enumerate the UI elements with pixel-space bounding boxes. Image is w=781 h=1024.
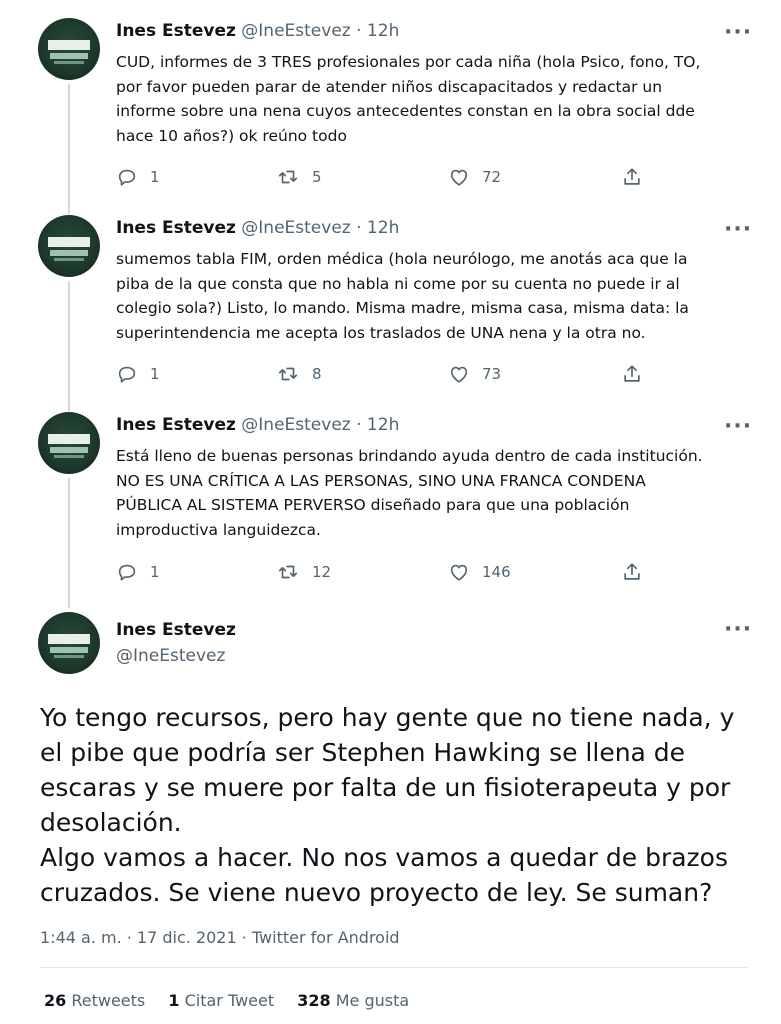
tweet-text-line: el pibe que podría ser Stephen Hawking s… [40,738,686,767]
thread-connector [68,478,70,608]
share-button[interactable] [621,362,643,386]
tweet-time[interactable]: · 12h [356,415,399,435]
tweet-time[interactable]: · 12h [356,218,399,238]
retweet-count: 12 [312,563,332,581]
avatar[interactable] [38,215,100,277]
retweet-icon [278,170,298,184]
reply-button[interactable]: 1 [116,362,160,386]
tweet-timestamp[interactable]: 1:44 a. m. · 17 dic. 2021 · Twitter for … [40,928,400,947]
tweet-text-line: por favor pueden parar de atender niños … [116,77,663,96]
retweet-icon [278,367,298,381]
retweets-value: 26 [44,991,67,1010]
more-icon[interactable]: ··· [724,219,752,241]
like-button[interactable]: 146 [448,560,511,584]
retweet-button[interactable]: 8 [276,362,322,386]
reply-count: 1 [150,563,160,581]
reply-icon [118,366,136,383]
tweet-text-line: cruzados. Se viene nuevo proyecto de ley… [40,878,713,907]
author-handle[interactable]: @IneEstevez [241,415,350,435]
tweet-thread: Ines Estevez @IneEstevez · 12h ··· CUD, … [0,0,781,1024]
share-button[interactable] [621,165,643,189]
thread-connector [68,84,70,214]
tweet-text-line: informe sobre una nena cuyos antecedente… [116,102,695,120]
tweet-text-line: colegio sola?) Listo, lo mando. Misma ma… [116,299,689,317]
author-name[interactable]: Ines Estevez [116,21,236,41]
retweets-label: Retweets [71,991,146,1010]
like-icon [450,564,468,581]
more-icon[interactable]: ··· [724,22,752,44]
avatar[interactable] [38,412,100,474]
quotes-value: 1 [168,991,180,1010]
thread-connector [68,281,70,411]
like-button[interactable]: 73 [448,362,501,386]
tweet-text-line: sumemos tabla FIM, orden médica (hola ne… [116,250,688,268]
tweet-actions: 1 8 73 [116,362,676,386]
tweet-text-line: piba de la que consta que no habla ni co… [116,274,680,293]
like-icon [450,169,468,186]
more-icon[interactable]: ··· [724,619,752,641]
tweet-stats: 26 Retweets 1 Citar Tweet 328 Me gusta [44,991,427,1010]
author-name[interactable]: Ines Estevez [116,415,236,435]
author-handle[interactable]: @IneEstevez [116,646,225,666]
tweet-text-line: PÚBLICA AL SISTEMA PERVERSO diseñado par… [116,496,630,514]
tweet-text: sumemos tabla FIM, orden médica (hola ne… [116,247,756,345]
retweet-count: 5 [312,168,322,186]
quotes-stat[interactable]: 1 Citar Tweet [168,991,274,1010]
tweet-text-line: improductiva languidezca. [116,520,321,539]
tweet-actions: 1 5 72 [116,165,676,189]
tweet-text: Está lleno de buenas personas brindando … [116,444,756,542]
tweet-text-line: escaras y se muere por falta de un fisio… [40,773,731,802]
tweet-text: CUD, informes de 3 TRES profesionales po… [116,50,756,148]
share-icon [624,168,640,185]
like-count: 72 [482,168,502,186]
likes-value: 328 [297,991,331,1010]
author-name[interactable]: Ines Estevez [116,620,236,640]
likes-label: Me gusta [335,991,410,1010]
like-count: 73 [482,365,502,383]
author-name[interactable]: Ines Estevez [116,218,236,238]
tweet-text-line: Está lleno de buenas personas brindando … [116,447,703,465]
tweet-text-line: NO ES UNA CRÍTICA A LAS PERSONAS, SINO U… [116,471,646,490]
retweet-button[interactable]: 12 [276,560,331,584]
tweet-text-line: hace 10 años?) ok reúno todo [116,126,347,145]
quotes-label: Citar Tweet [184,991,275,1010]
share-icon [624,365,640,382]
reply-count: 1 [150,365,160,383]
reply-count: 1 [150,168,160,186]
like-count: 146 [482,563,511,581]
author-handle[interactable]: @IneEstevez [241,21,350,41]
retweet-icon [278,565,298,579]
reply-icon [118,169,136,186]
retweets-stat[interactable]: 26 Retweets [44,991,145,1010]
tweet-text-line: Yo tengo recursos, pero hay gente que no… [40,703,735,732]
tweet-text-line: Algo vamos a hacer. No nos vamos a queda… [40,843,729,872]
tweet-text-line: CUD, informes de 3 TRES profesionales po… [116,53,701,71]
share-icon [624,563,640,580]
reply-button[interactable]: 1 [116,165,160,189]
more-icon[interactable]: ··· [724,416,752,438]
share-button[interactable] [621,560,643,584]
divider [40,967,748,968]
main-tweet-text: Yo tengo recursos, pero hay gente que no… [40,700,734,910]
like-button[interactable]: 72 [448,165,501,189]
likes-stat[interactable]: 328 Me gusta [297,991,409,1010]
retweet-button[interactable]: 5 [276,165,322,189]
retweet-count: 8 [312,365,322,383]
reply-icon [118,564,136,581]
reply-button[interactable]: 1 [116,560,160,584]
avatar[interactable] [38,18,100,80]
tweet-actions: 1 12 146 [116,560,676,584]
tweet-time[interactable]: · 12h [356,21,399,41]
like-icon [450,366,468,383]
author-handle[interactable]: @IneEstevez [241,218,350,238]
tweet-text-line: superintendencia me acepta los traslados… [116,323,646,342]
tweet-text-line: desolación. [40,808,182,837]
avatar[interactable] [38,612,100,674]
